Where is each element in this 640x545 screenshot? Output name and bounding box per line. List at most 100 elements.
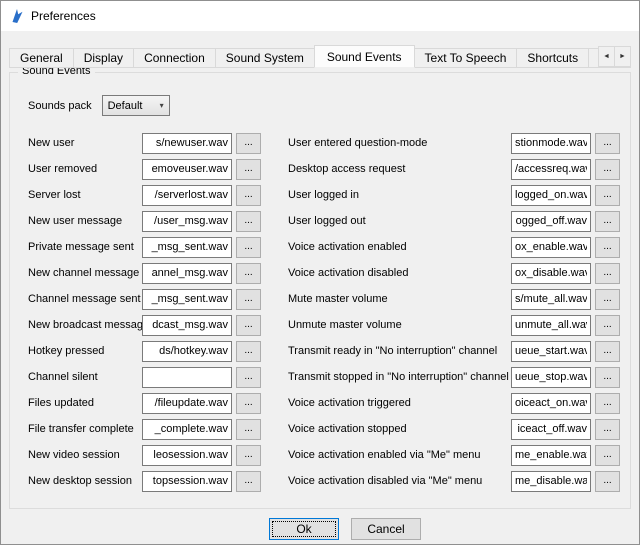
browse-button[interactable]: ... xyxy=(236,185,261,206)
sound-event-row: New video session... xyxy=(28,442,274,468)
browse-button[interactable]: ... xyxy=(236,133,261,154)
sound-file-input[interactable] xyxy=(511,367,591,388)
ok-button[interactable]: Ok xyxy=(269,518,339,540)
browse-button[interactable]: ... xyxy=(595,367,620,388)
sound-file-input[interactable] xyxy=(142,159,232,180)
tab-general[interactable]: General xyxy=(9,48,74,68)
sound-event-label: Desktop access request xyxy=(288,163,511,175)
sound-event-label: Transmit stopped in "No interruption" ch… xyxy=(288,371,511,383)
sound-file-input[interactable] xyxy=(142,341,232,362)
sound-file-input[interactable] xyxy=(142,367,232,388)
browse-button[interactable]: ... xyxy=(595,237,620,258)
sound-event-row: User removed... xyxy=(28,156,274,182)
browse-button[interactable]: ... xyxy=(236,211,261,232)
sound-file-input[interactable] xyxy=(511,419,591,440)
browse-button[interactable]: ... xyxy=(236,471,261,492)
tab-scroll-left-button[interactable]: ◄ xyxy=(598,46,615,67)
sound-file-input[interactable] xyxy=(511,133,591,154)
sound-file-input[interactable] xyxy=(142,419,232,440)
sound-file-input[interactable] xyxy=(142,263,232,284)
sound-event-label: Voice activation stopped xyxy=(288,423,511,435)
browse-button[interactable]: ... xyxy=(236,367,261,388)
tab-display[interactable]: Display xyxy=(73,48,134,68)
sound-event-row: New user... xyxy=(28,130,274,156)
sound-file-input[interactable] xyxy=(142,289,232,310)
browse-button[interactable]: ... xyxy=(595,419,620,440)
browse-button[interactable]: ... xyxy=(236,315,261,336)
tab-scroll-right-button[interactable]: ► xyxy=(614,46,631,67)
sound-event-row: New channel message... xyxy=(28,260,274,286)
sound-file-input[interactable] xyxy=(511,341,591,362)
sound-file-input[interactable] xyxy=(511,315,591,336)
sound-file-input[interactable] xyxy=(511,471,591,492)
sound-event-label: New channel message xyxy=(28,267,142,279)
sound-event-row: Voice activation enabled... xyxy=(288,234,620,260)
cancel-button[interactable]: Cancel xyxy=(351,518,421,540)
sound-file-input[interactable] xyxy=(142,315,232,336)
sound-file-input[interactable] xyxy=(511,445,591,466)
sound-event-label: Server lost xyxy=(28,189,142,201)
sound-event-label: New video session xyxy=(28,449,142,461)
browse-button[interactable]: ... xyxy=(595,471,620,492)
sound-event-row: Mute master volume... xyxy=(288,286,620,312)
browse-button[interactable]: ... xyxy=(595,315,620,336)
browse-button[interactable]: ... xyxy=(236,393,261,414)
sound-event-row: User entered question-mode... xyxy=(288,130,620,156)
browse-button[interactable]: ... xyxy=(236,445,261,466)
browse-button[interactable]: ... xyxy=(595,289,620,310)
browse-button[interactable]: ... xyxy=(595,133,620,154)
sound-file-input[interactable] xyxy=(142,393,232,414)
browse-button[interactable]: ... xyxy=(595,211,620,232)
browse-button[interactable]: ... xyxy=(595,445,620,466)
sound-event-label: Mute master volume xyxy=(288,293,511,305)
tab-connection[interactable]: Connection xyxy=(133,48,216,68)
tab-text-to-speech[interactable]: Text To Speech xyxy=(414,48,518,68)
browse-button[interactable]: ... xyxy=(595,393,620,414)
sound-event-label: User logged out xyxy=(288,215,511,227)
browse-button[interactable]: ... xyxy=(236,419,261,440)
browse-button[interactable]: ... xyxy=(236,237,261,258)
sound-file-input[interactable] xyxy=(142,185,232,206)
sound-file-input[interactable] xyxy=(511,263,591,284)
sound-event-label: Channel message sent xyxy=(28,293,142,305)
sound-file-input[interactable] xyxy=(511,159,591,180)
browse-button[interactable]: ... xyxy=(236,341,261,362)
sound-event-label: Voice activation enabled via "Me" menu xyxy=(288,449,511,461)
sound-file-input[interactable] xyxy=(511,393,591,414)
browse-button[interactable]: ... xyxy=(595,341,620,362)
sound-file-input[interactable] xyxy=(142,133,232,154)
sound-event-row: Hotkey pressed... xyxy=(28,338,274,364)
sound-event-label: Unmute master volume xyxy=(288,319,511,331)
sound-event-row: New broadcast message... xyxy=(28,312,274,338)
sounds-pack-row: Sounds pack Default ▾ xyxy=(28,95,620,116)
title-bar[interactable]: Preferences xyxy=(1,1,639,31)
tab-shortcuts[interactable]: Shortcuts xyxy=(516,48,589,68)
sound-file-input[interactable] xyxy=(511,185,591,206)
preferences-dialog: Preferences GeneralDisplayConnectionSoun… xyxy=(0,0,640,545)
tab-scroll: ◄ ► xyxy=(598,46,631,67)
sound-file-input[interactable] xyxy=(511,237,591,258)
sound-event-label: Voice activation triggered xyxy=(288,397,511,409)
browse-button[interactable]: ... xyxy=(236,289,261,310)
tab-sound-events[interactable]: Sound Events xyxy=(314,45,415,68)
browse-button[interactable]: ... xyxy=(236,263,261,284)
sound-file-input[interactable] xyxy=(142,237,232,258)
sound-event-row: Private message sent... xyxy=(28,234,274,260)
sound-file-input[interactable] xyxy=(511,289,591,310)
sounds-pack-value: Default xyxy=(108,100,143,112)
sound-events-group: Sound Events Sounds pack Default ▾ New u… xyxy=(9,72,631,509)
sound-file-input[interactable] xyxy=(142,471,232,492)
browse-button[interactable]: ... xyxy=(595,185,620,206)
sound-event-label: New user xyxy=(28,137,142,149)
browse-button[interactable]: ... xyxy=(236,159,261,180)
browse-button[interactable]: ... xyxy=(595,263,620,284)
sound-event-label: Transmit ready in "No interruption" chan… xyxy=(288,345,511,357)
browse-button[interactable]: ... xyxy=(595,159,620,180)
sound-event-row: User logged in... xyxy=(288,182,620,208)
sounds-pack-select[interactable]: Default ▾ xyxy=(102,95,170,116)
sound-file-input[interactable] xyxy=(142,445,232,466)
sound-file-input[interactable] xyxy=(511,211,591,232)
tab-sound-system[interactable]: Sound System xyxy=(215,48,315,68)
sound-event-row: Unmute master volume... xyxy=(288,312,620,338)
sound-file-input[interactable] xyxy=(142,211,232,232)
